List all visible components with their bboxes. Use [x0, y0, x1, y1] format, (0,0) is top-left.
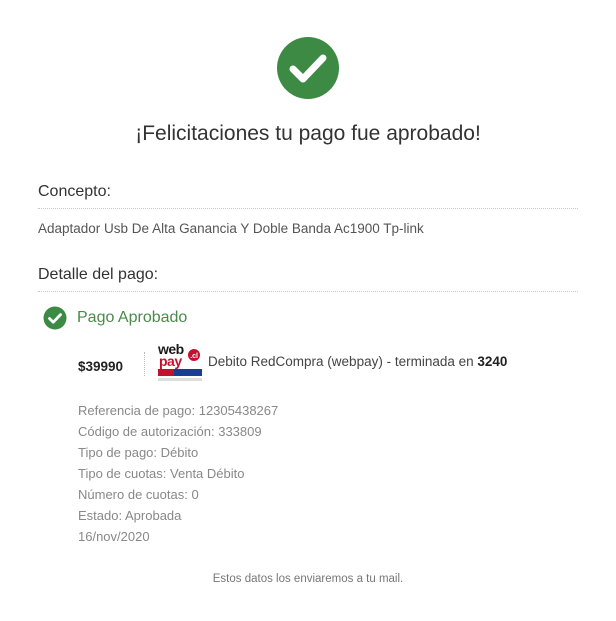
payment-status-text: Pago Aprobado [77, 309, 188, 326]
detail-value: 0 [191, 487, 199, 502]
divider [144, 352, 145, 376]
check-circle-icon [43, 306, 67, 330]
check-circle-icon [277, 37, 339, 99]
list-item: Código de autorización: 333809 [78, 421, 278, 442]
list-item: Estado: Aprobada [78, 505, 278, 526]
list-item: Número de cuotas: 0 [78, 484, 278, 505]
detail-value: 333809 [218, 424, 262, 439]
concept-value: Adaptador Usb De Alta Ganancia Y Doble B… [38, 221, 424, 236]
detail-value: Venta Débito [170, 466, 245, 481]
concept-label: Concepto: [38, 183, 111, 200]
payment-method-text: Debito RedCompra (webpay) - terminada en [208, 354, 474, 369]
detail-label: Referencia de pago: [78, 403, 196, 418]
payment-details-list: Referencia de pago: 12305438267 Código d… [78, 400, 278, 547]
payment-method-description: Debito RedCompra (webpay) - terminada en… [208, 354, 507, 369]
detail-label: Estado: [78, 508, 123, 523]
divider [38, 291, 578, 292]
detail-value: 16/nov/2020 [78, 529, 150, 544]
divider [38, 208, 578, 209]
list-item: Referencia de pago: 12305438267 [78, 400, 278, 421]
svg-text:.cl: .cl [190, 353, 198, 360]
payment-amount: $39990 [78, 359, 124, 374]
detail-label: Tipo de cuotas: [78, 466, 167, 481]
list-item: Tipo de cuotas: Venta Débito [78, 463, 278, 484]
detail-value: 12305438267 [198, 403, 279, 418]
svg-text:pay: pay [159, 353, 182, 369]
list-item: Tipo de pago: Débito [78, 442, 278, 463]
list-item: 16/nov/2020 [78, 526, 278, 547]
detail-value: Aprobada [125, 508, 182, 523]
detail-label: Tipo de pago: [78, 445, 158, 460]
footer-note: Estos datos los enviaremos a tu mail. [212, 573, 404, 585]
card-last-digits: 3240 [477, 354, 508, 369]
detail-label: Número de cuotas: [78, 487, 188, 502]
payment-status: Pago Aprobado [43, 306, 187, 330]
detail-value: Débito [160, 445, 199, 460]
webpay-plus-logo: web pay .cl [157, 341, 202, 381]
payment-detail-label: Detalle del pago: [38, 266, 159, 283]
page-title: ¡Felicitaciones tu pago fue aprobado! [135, 122, 481, 145]
detail-label: Código de autorización: [78, 424, 215, 439]
